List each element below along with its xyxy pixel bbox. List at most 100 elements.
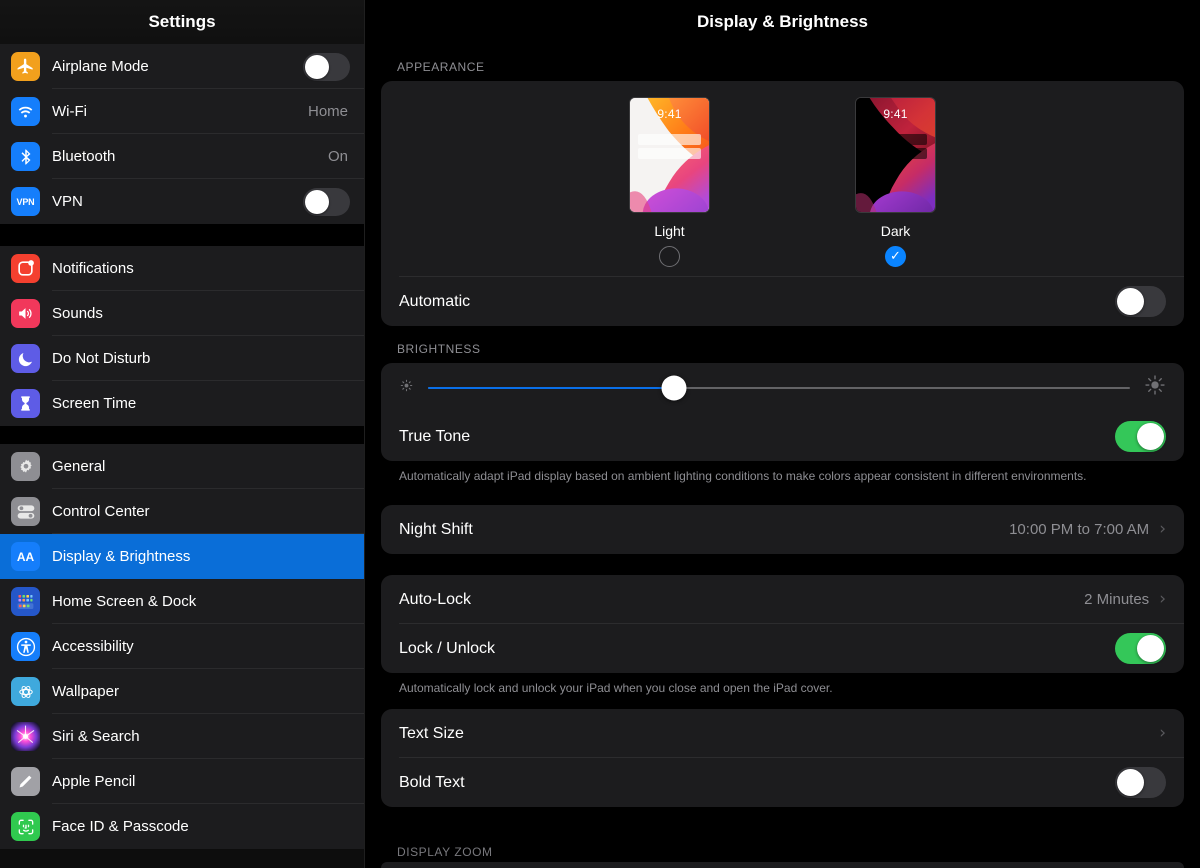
sidebar-item-display-brightness[interactable]: AA Display & Brightness	[0, 534, 364, 579]
airplane-icon	[11, 52, 40, 81]
sidebar-item-label: Face ID & Passcode	[52, 818, 189, 835]
sidebar-item-sounds[interactable]: Sounds	[0, 291, 364, 336]
sidebar-item-general[interactable]: General	[0, 444, 364, 489]
sidebar-gap	[0, 426, 364, 444]
slider-fill	[428, 386, 674, 389]
true-tone-footnote: Automatically adapt iPad display based o…	[399, 469, 1087, 483]
auto-lock-label: Auto-Lock	[399, 590, 472, 608]
automatic-toggle[interactable]	[1115, 286, 1166, 317]
true-tone-row[interactable]: True Tone	[381, 412, 1184, 461]
sidebar-item-bluetooth[interactable]: Bluetooth On	[0, 134, 364, 179]
lock-unlock-toggle[interactable]	[1115, 633, 1166, 664]
moon-icon	[11, 344, 40, 373]
text-size-label: Text Size	[399, 724, 464, 742]
lock-unlock-footnote: Automatically lock and unlock your iPad …	[399, 681, 833, 695]
control-center-icon	[11, 497, 40, 526]
notification-placeholder	[638, 148, 701, 159]
page-title: Display & Brightness	[697, 12, 868, 31]
sidebar-item-label: Home Screen & Dock	[52, 593, 197, 610]
sidebar-item-airplane-mode[interactable]: Airplane Mode	[0, 44, 364, 89]
sidebar-item-apple-pencil[interactable]: Apple Pencil	[0, 759, 364, 804]
dark-wallpaper-thumbnail[interactable]: 9:41	[855, 97, 936, 213]
true-tone-toggle[interactable]	[1115, 421, 1166, 452]
text-size-row[interactable]: Text Size ›	[381, 709, 1184, 758]
accessibility-icon	[11, 632, 40, 661]
vpn-icon: VPN	[11, 187, 40, 216]
appearance-section-header: APPEARANCE	[397, 60, 485, 74]
airplane-mode-toggle[interactable]	[303, 52, 350, 81]
sidebar-item-wifi[interactable]: Wi-Fi Home	[0, 89, 364, 134]
settings-sidebar: Settings Airplane Mode Wi-Fi Home Blueto…	[0, 0, 365, 868]
wallpaper-icon	[11, 677, 40, 706]
sidebar-item-control-center[interactable]: Control Center	[0, 489, 364, 534]
sidebar-item-siri-search[interactable]: Siri & Search	[0, 714, 364, 759]
chevron-right-icon: ›	[1159, 589, 1166, 609]
lockscreen-clock: 9:41	[657, 107, 682, 121]
appearance-card: 9:41 Light 9:41 Dark ✓ Automatic	[381, 81, 1184, 326]
siri-icon	[11, 722, 40, 751]
sidebar-item-notifications[interactable]: Notifications	[0, 246, 364, 291]
night-shift-value: 10:00 PM to 7:00 AM	[1009, 521, 1150, 538]
sidebar-item-label: Sounds	[52, 305, 103, 322]
sidebar-item-label: Do Not Disturb	[52, 350, 151, 367]
sidebar-group-alerts: Notifications Sounds Do Not Disturb Scre…	[0, 246, 364, 426]
display-zoom-card[interactable]	[381, 862, 1184, 868]
slider-knob[interactable]	[661, 375, 687, 400]
bold-text-toggle[interactable]	[1115, 767, 1166, 798]
wifi-icon	[11, 97, 40, 126]
sidebar-item-face-id-passcode[interactable]: Face ID & Passcode	[0, 804, 364, 849]
display-zoom-header: DISPLAY ZOOM	[397, 845, 493, 859]
auto-lock-value: 2 Minutes	[1084, 591, 1150, 608]
brightness-track[interactable]	[428, 372, 1130, 403]
brightness-high-icon	[1144, 374, 1166, 401]
sidebar-item-vpn[interactable]: VPN VPN	[0, 179, 364, 224]
hourglass-icon	[11, 389, 40, 418]
brightness-card: True Tone	[381, 363, 1184, 461]
sidebar-item-label: Screen Time	[52, 395, 137, 412]
brightness-section-header: BRIGHTNESS	[397, 342, 481, 356]
auto-lock-row[interactable]: Auto-Lock 2 Minutes ›	[381, 575, 1184, 624]
sidebar-item-home-screen-dock[interactable]: Home Screen & Dock	[0, 579, 364, 624]
face-id-icon	[11, 812, 40, 841]
auto-lock-card: Auto-Lock 2 Minutes › Lock / Unlock	[381, 575, 1184, 673]
brightness-slider-row[interactable]	[381, 363, 1184, 412]
bold-text-label: Bold Text	[399, 773, 465, 791]
automatic-appearance-row[interactable]: Automatic	[381, 277, 1184, 326]
sidebar-item-accessibility[interactable]: Accessibility	[0, 624, 364, 669]
night-shift-row[interactable]: Night Shift 10:00 PM to 7:00 AM ›	[381, 505, 1184, 554]
sidebar-item-label: Bluetooth	[52, 148, 116, 165]
notification-placeholder	[638, 134, 701, 145]
sidebar-item-label: General	[52, 458, 106, 475]
light-theme-radio[interactable]	[659, 246, 680, 267]
ipad-settings-app: Settings Airplane Mode Wi-Fi Home Blueto…	[0, 0, 1200, 868]
display-zoom-section: DISPLAY ZOOM	[381, 845, 1184, 868]
theme-option-dark[interactable]: 9:41 Dark ✓	[854, 97, 938, 267]
chevron-right-icon: ›	[1159, 723, 1166, 743]
gear-icon	[11, 452, 40, 481]
lock-unlock-label: Lock / Unlock	[399, 639, 496, 657]
sidebar-group-connectivity: Airplane Mode Wi-Fi Home Bluetooth On VP…	[0, 44, 364, 224]
sidebar-item-wallpaper[interactable]: Wallpaper	[0, 669, 364, 714]
lockscreen-clock: 9:41	[883, 107, 908, 121]
sidebar-gap	[0, 224, 364, 246]
light-wallpaper-thumbnail[interactable]: 9:41	[629, 97, 710, 213]
chevron-right-icon: ›	[1159, 519, 1166, 539]
dark-theme-radio[interactable]: ✓	[885, 246, 906, 267]
theme-option-light[interactable]: 9:41 Light	[628, 97, 712, 267]
true-tone-label: True Tone	[399, 427, 471, 445]
notification-placeholder	[864, 134, 927, 145]
lock-unlock-row[interactable]: Lock / Unlock	[381, 624, 1184, 673]
sidebar-item-label: Airplane Mode	[52, 58, 149, 75]
vpn-toggle[interactable]	[303, 187, 350, 216]
bold-text-row[interactable]: Bold Text	[381, 758, 1184, 807]
wifi-value: Home	[307, 103, 348, 120]
sidebar-item-do-not-disturb[interactable]: Do Not Disturb	[0, 336, 364, 381]
notifications-icon	[11, 254, 40, 283]
sidebar-item-screen-time[interactable]: Screen Time	[0, 381, 364, 426]
theme-label: Dark	[880, 223, 911, 239]
sidebar-item-label: Wallpaper	[52, 683, 119, 700]
slider-track	[428, 375, 1130, 400]
theme-chooser: 9:41 Light 9:41 Dark ✓	[381, 81, 1184, 276]
display-brightness-panel: Display & Brightness APPEARANCE 9:41 Lig…	[365, 0, 1200, 868]
